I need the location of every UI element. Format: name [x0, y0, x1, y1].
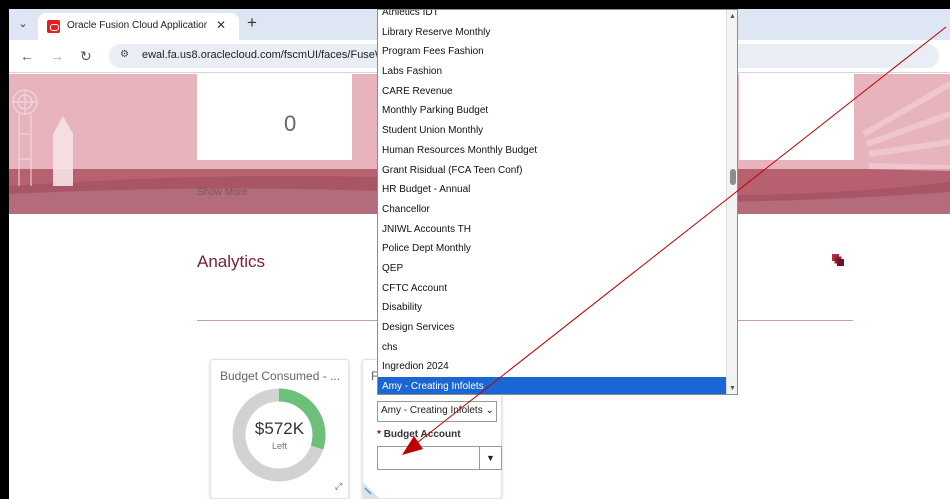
back-icon[interactable]: ← — [20, 48, 34, 64]
close-tab-icon[interactable]: ✕ — [216, 18, 226, 32]
browser-window: ⌄ Oracle Fusion Cloud Application ✕ + ← … — [9, 9, 950, 499]
summary-count: 0 — [284, 111, 297, 136]
dropdown-option[interactable]: Design Services — [378, 318, 726, 338]
layers-icon[interactable] — [832, 254, 844, 266]
dropdown-option[interactable]: chs — [378, 338, 726, 358]
scroll-thumb[interactable] — [730, 169, 736, 185]
budget-account-label: * Budget Account — [377, 429, 461, 440]
dropdown-option[interactable]: Library Reserve Monthly — [378, 23, 726, 43]
dropdown-option[interactable]: CFTC Account — [378, 279, 726, 299]
site-info-icon[interactable]: ⚙ — [120, 49, 129, 60]
dropdown-option[interactable]: Athletics IDT — [378, 10, 726, 23]
summary-card[interactable] — [197, 74, 352, 160]
required-mark: * — [377, 429, 381, 440]
dropdown-option[interactable]: Chancellor — [378, 200, 726, 220]
oracle-favicon-icon — [47, 20, 60, 33]
dropdown-option[interactable]: Human Resources Monthly Budget — [378, 141, 726, 161]
dropdown-option[interactable]: Police Dept Monthly — [378, 239, 726, 259]
dropdown-option[interactable]: Grant Risidual (FCA Teen Conf) — [378, 161, 726, 181]
expand-icon[interactable]: ⤢ — [335, 481, 342, 492]
scroll-up-icon[interactable]: ▲ — [729, 13, 736, 20]
dropdown-option[interactable]: HR Budget - Annual — [378, 180, 726, 200]
budget-consumed-widget[interactable]: Budget Consumed - ... $572K Left ⤢ — [210, 359, 349, 499]
browser-tab[interactable]: Oracle Fusion Cloud Application ✕ — [38, 13, 239, 40]
corner-tab-icon[interactable] — [363, 478, 383, 498]
budget-left-label: Left — [271, 441, 287, 451]
dropdown-option-selected[interactable]: Amy - Creating Infolets — [378, 377, 726, 394]
dropdown-option[interactable]: Program Fees Fashion — [378, 42, 726, 62]
budget-select-value: Amy - Creating Infolets — [381, 405, 483, 416]
widget-title: Budget Consumed - ... — [220, 369, 341, 383]
analytics-heading: Analytics — [197, 252, 266, 271]
dropdown-option[interactable]: CARE Revenue — [378, 82, 726, 102]
new-tab-button[interactable]: + — [247, 14, 257, 32]
budget-dropdown-list[interactable]: Athletics IDT Library Reserve Monthly Prog… — [377, 9, 738, 395]
summary-card-right[interactable] — [739, 74, 854, 160]
url-text: ewal.fa.us8.oraclecloud.com/fscmUI/faces… — [142, 49, 386, 61]
dropdown-option[interactable]: Ingredion 2024 — [378, 357, 726, 377]
tab-search-icon[interactable]: ⌄ — [15, 16, 31, 32]
dropdown-option[interactable]: Disability — [378, 298, 726, 318]
budget-account-input[interactable] — [377, 446, 480, 470]
budget-select[interactable]: Amy - Creating Infolets ⌄ — [377, 401, 497, 422]
budget-account-dropdown-button[interactable]: ▼ — [480, 446, 502, 470]
budget-left-value: $572K — [254, 419, 305, 438]
dropdown-option[interactable]: Labs Fashion — [378, 62, 726, 82]
scroll-down-icon[interactable]: ▼ — [729, 385, 736, 392]
show-more-link[interactable]: Show More — [197, 187, 248, 198]
tab-title: Oracle Fusion Cloud Application — [67, 20, 207, 31]
dropdown-option[interactable]: Student Union Monthly — [378, 121, 726, 141]
dropdown-option[interactable]: Monthly Parking Budget — [378, 101, 726, 121]
dropdown-option[interactable]: QEP — [378, 259, 726, 279]
dropdown-scrollbar[interactable]: ▲ ▼ — [726, 10, 737, 394]
dropdown-option[interactable]: JNIWL Accounts TH — [378, 220, 726, 240]
forward-icon[interactable]: → — [50, 48, 64, 64]
chevron-down-icon: ⌄ — [482, 405, 494, 416]
dropdown-options: Athletics IDT Library Reserve Monthly Prog… — [378, 10, 726, 394]
reload-icon[interactable]: ↻ — [80, 48, 92, 64]
budget-account-text: Budget Account — [383, 429, 461, 440]
